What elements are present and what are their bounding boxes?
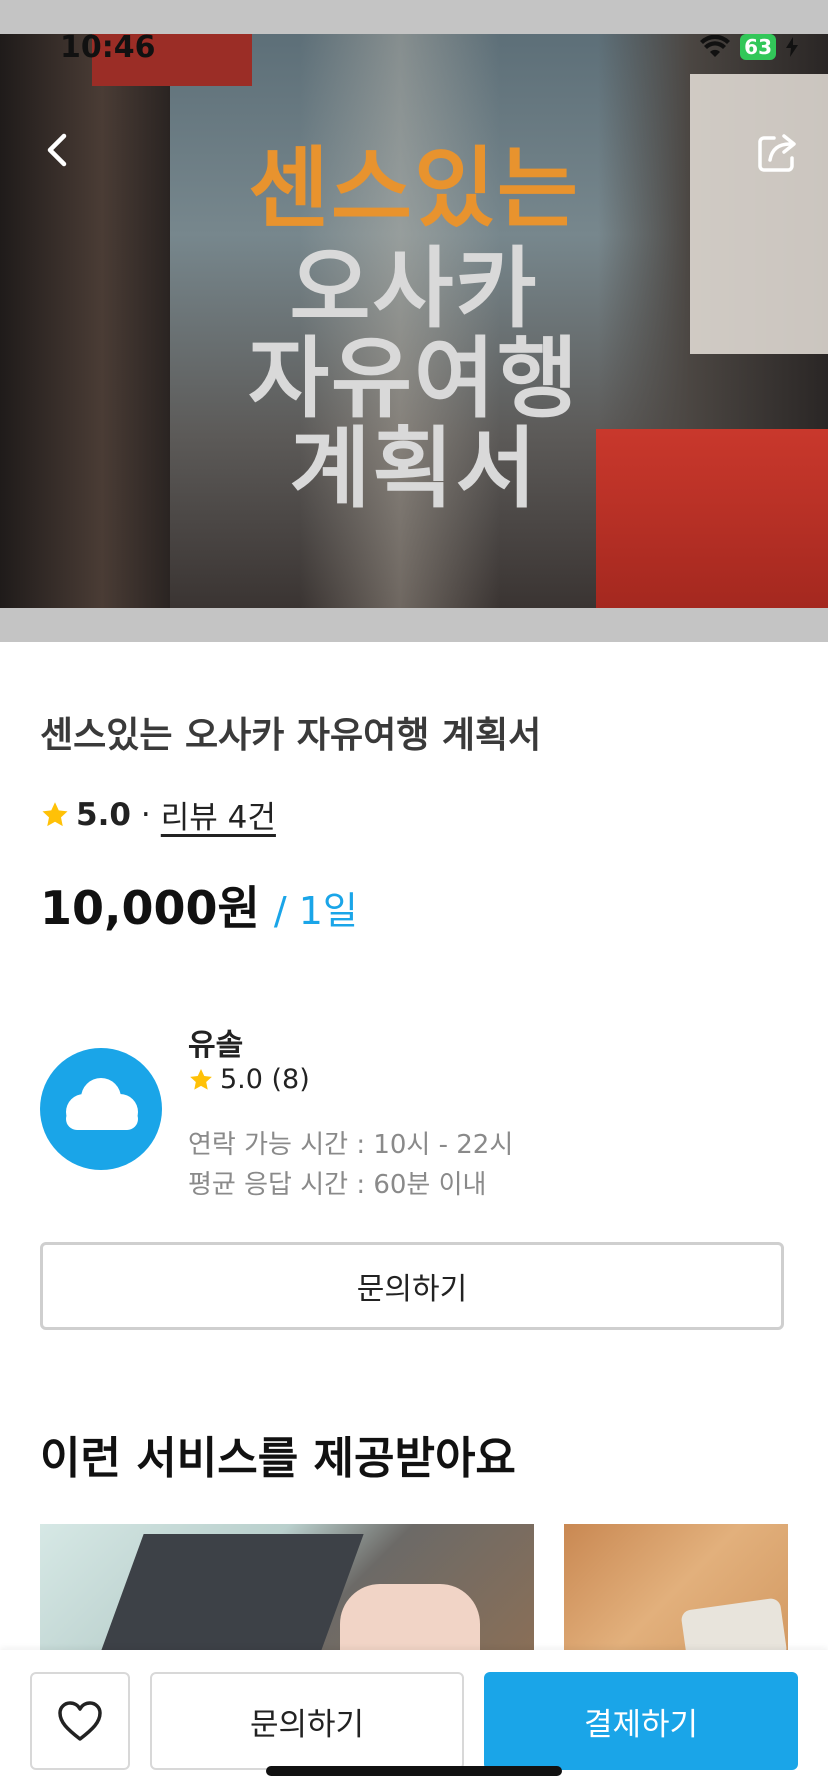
wifi-icon bbox=[700, 35, 731, 57]
price-unit: / 1일 bbox=[273, 889, 358, 933]
contact-hours: 연락 가능 시간 : 10시 - 22시 bbox=[188, 1130, 514, 1160]
rating-row: 5.0 · 리뷰 4건 bbox=[40, 792, 276, 837]
battery-indicator: 63 bbox=[740, 34, 776, 60]
cloud-icon bbox=[66, 1078, 138, 1130]
price-row: 10,000원 / 1일 bbox=[40, 872, 358, 938]
rating-separator: · bbox=[140, 796, 151, 833]
heart-icon bbox=[58, 1701, 102, 1741]
seller-rating: 5.0 (8) bbox=[188, 1064, 310, 1095]
status-time: 10:46 bbox=[60, 30, 156, 65]
chevron-left-icon[interactable] bbox=[38, 130, 78, 170]
home-indicator bbox=[266, 1766, 562, 1776]
product-title: 센스있는 오사카 자유여행 계획서 bbox=[40, 715, 542, 756]
response-time: 평균 응답 시간 : 60분 이내 bbox=[188, 1170, 487, 1200]
section-title: 이런 서비스를 제공받아요 bbox=[40, 1433, 516, 1484]
star-icon bbox=[190, 1068, 212, 1090]
price: 10,000원 bbox=[40, 881, 260, 935]
avatar[interactable] bbox=[40, 1048, 162, 1170]
seller-name[interactable]: 유솔 bbox=[188, 1020, 243, 1064]
star-icon bbox=[42, 801, 68, 826]
inquire-button[interactable]: 문의하기 bbox=[40, 1242, 784, 1330]
pay-button[interactable]: 결제하기 bbox=[484, 1672, 798, 1770]
like-button[interactable] bbox=[30, 1672, 130, 1770]
service-thumbnail[interactable] bbox=[564, 1524, 788, 1654]
status-icons: 63 bbox=[700, 34, 798, 60]
inquire-button-bottom[interactable]: 문의하기 bbox=[150, 1672, 464, 1770]
hero-title-line: 계획서 bbox=[289, 417, 539, 520]
rating-score: 5.0 bbox=[76, 796, 131, 833]
charging-icon bbox=[786, 37, 798, 57]
reviews-link[interactable]: 리뷰 4건 bbox=[161, 792, 276, 837]
share-icon[interactable] bbox=[754, 128, 802, 176]
seller-rating-value: 5.0 (8) bbox=[220, 1064, 310, 1095]
hero-banner: 센스있는 오사카 자유여행 계획서 bbox=[0, 0, 828, 642]
service-thumbnail[interactable] bbox=[40, 1524, 534, 1654]
